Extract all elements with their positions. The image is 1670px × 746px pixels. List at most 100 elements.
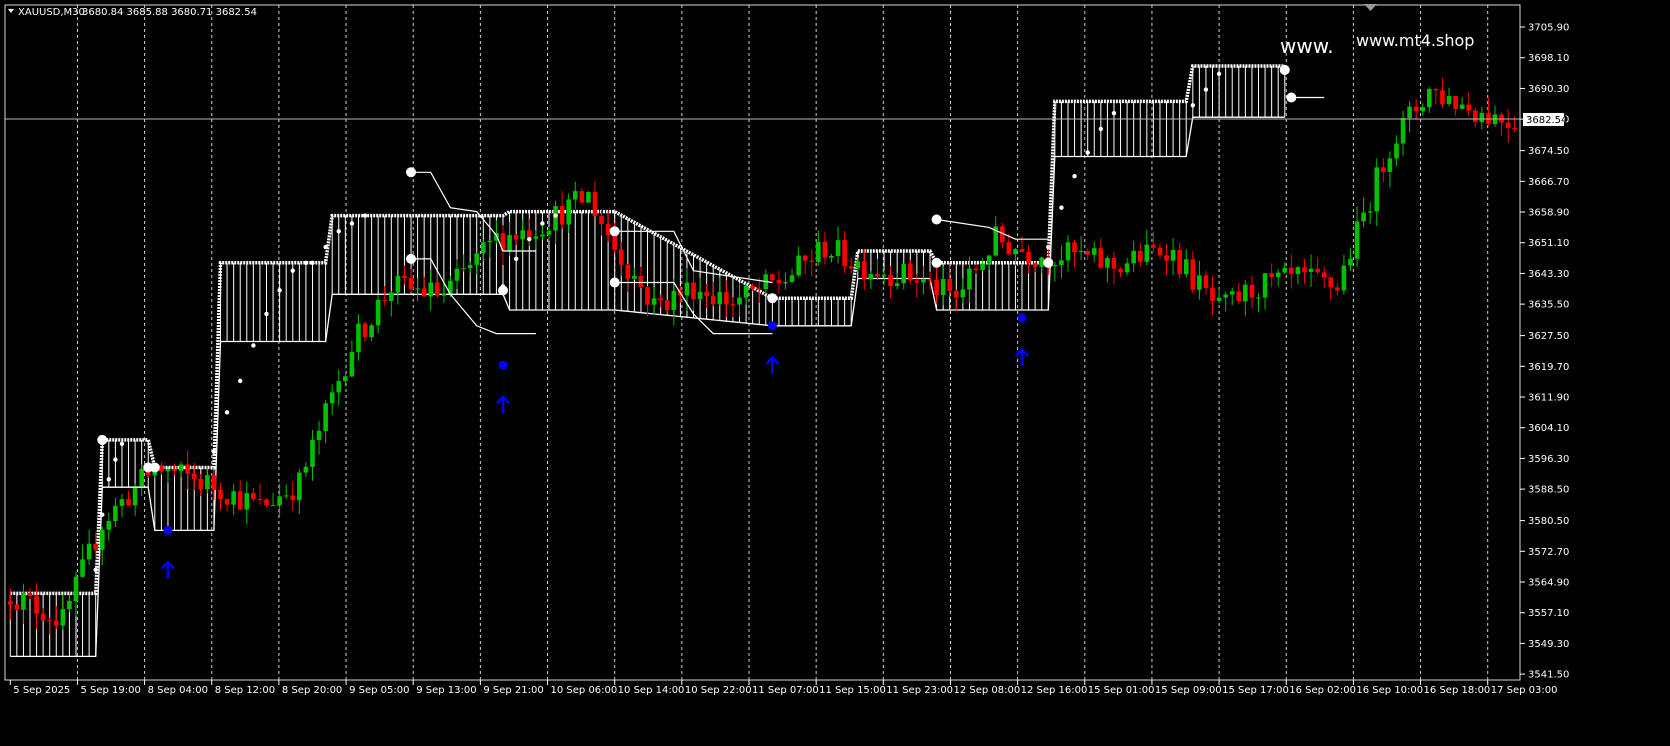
- candle-body: [349, 352, 355, 377]
- candle-body: [986, 255, 992, 264]
- support-dot: [119, 441, 125, 447]
- candle-body: [1427, 88, 1432, 108]
- candle-body: [487, 240, 493, 243]
- candle-body: [612, 235, 617, 250]
- candle-body: [645, 287, 650, 305]
- candle-body: [737, 297, 742, 305]
- candle-body: [421, 288, 427, 297]
- candle-body: [1216, 297, 1222, 301]
- y-tick-label: 3698.10: [1528, 53, 1569, 64]
- signal-dot: [1017, 313, 1027, 323]
- y-tick-label: 3611.90: [1528, 393, 1569, 404]
- level-marker: [149, 462, 160, 473]
- candle-body: [1019, 249, 1025, 252]
- candle-body: [329, 392, 335, 404]
- candle-body: [901, 263, 907, 284]
- candle-body: [21, 592, 26, 610]
- candle-body: [402, 275, 407, 279]
- candle-body: [106, 520, 112, 530]
- level-marker: [767, 293, 778, 304]
- candle-body: [356, 323, 361, 353]
- candle-body: [684, 282, 690, 296]
- candle-body: [257, 499, 263, 501]
- candle-body: [1289, 267, 1294, 274]
- level-marker: [931, 214, 942, 225]
- y-tick-label: 3619.70: [1528, 362, 1569, 373]
- candle-body: [559, 206, 565, 225]
- candle-body: [579, 191, 585, 203]
- candle-body: [586, 192, 591, 203]
- candle-body: [480, 242, 486, 254]
- candle-body: [954, 290, 959, 298]
- y-tick-label: 3564.90: [1528, 577, 1569, 588]
- candle-body: [283, 495, 289, 497]
- candle-body: [474, 253, 480, 265]
- candle-body: [415, 288, 420, 290]
- candle-body: [967, 268, 972, 290]
- candle-body: [198, 478, 204, 490]
- candle-body: [710, 296, 716, 305]
- candle-body: [277, 496, 282, 506]
- price-chart[interactable]: 3705.903698.103690.303682.503674.503666.…: [0, 0, 1670, 746]
- watermark-left: www.: [1280, 34, 1334, 58]
- candle-body: [218, 489, 223, 500]
- x-tick-label: 5 Sep 19:00: [80, 685, 140, 696]
- x-tick-label: 8 Sep 20:00: [282, 685, 342, 696]
- support-dot: [238, 378, 243, 384]
- candle-body: [1433, 88, 1439, 91]
- support-dot: [540, 221, 545, 226]
- candle-body: [132, 486, 138, 506]
- candle-body: [1223, 294, 1228, 298]
- candle-body: [1269, 273, 1274, 278]
- candle-body: [1072, 242, 1077, 253]
- candle-body: [927, 279, 933, 281]
- candle-body: [454, 268, 460, 281]
- support-dot: [1216, 71, 1222, 77]
- y-tick-label: 3643.30: [1528, 269, 1569, 280]
- support-dot: [1190, 103, 1196, 108]
- support-dot: [277, 288, 282, 293]
- candle-body: [572, 191, 578, 200]
- candle-body: [1124, 263, 1130, 273]
- support-dot: [323, 244, 328, 250]
- x-tick-label: 11 Sep 23:00: [886, 685, 953, 696]
- candle-body: [264, 499, 269, 506]
- x-tick-label: 16 Sep 10:00: [1356, 685, 1423, 696]
- support-dot: [211, 449, 217, 454]
- support-dot: [251, 343, 256, 348]
- support-dot: [349, 221, 355, 226]
- candle-body: [599, 215, 604, 224]
- candle-body: [165, 469, 171, 472]
- candle-body: [1413, 106, 1419, 112]
- candle-body: [809, 260, 815, 262]
- support-dot: [1072, 174, 1077, 179]
- x-tick-label: 12 Sep 08:00: [953, 685, 1020, 696]
- candle-body: [770, 274, 775, 281]
- candle-body: [1407, 106, 1412, 119]
- candle-body: [724, 292, 729, 305]
- y-tick-label: 3651.10: [1528, 238, 1569, 249]
- candle-body: [704, 291, 709, 297]
- y-tick-label: 3627.50: [1528, 331, 1569, 342]
- candle-body: [441, 293, 447, 296]
- candle-body: [625, 264, 631, 279]
- support-dot: [362, 213, 368, 218]
- candle-body: [297, 472, 302, 501]
- candle-body: [428, 282, 434, 297]
- candle-body: [178, 464, 184, 472]
- support-dot: [1046, 244, 1051, 250]
- x-tick-label: 5 Sep 2025: [13, 685, 70, 696]
- candle-body: [1157, 247, 1163, 256]
- candle-body: [756, 288, 762, 290]
- candle-body: [816, 241, 821, 262]
- candle-body: [467, 264, 473, 269]
- x-tick-label: 8 Sep 12:00: [215, 685, 275, 696]
- candle-body: [336, 381, 342, 393]
- candle-body: [1052, 265, 1058, 267]
- candle-body: [783, 281, 788, 284]
- candle-body: [1144, 244, 1150, 262]
- level-marker: [1279, 64, 1290, 75]
- candle-body: [533, 236, 539, 239]
- candle-body: [1453, 95, 1458, 109]
- candle: [14, 604, 20, 611]
